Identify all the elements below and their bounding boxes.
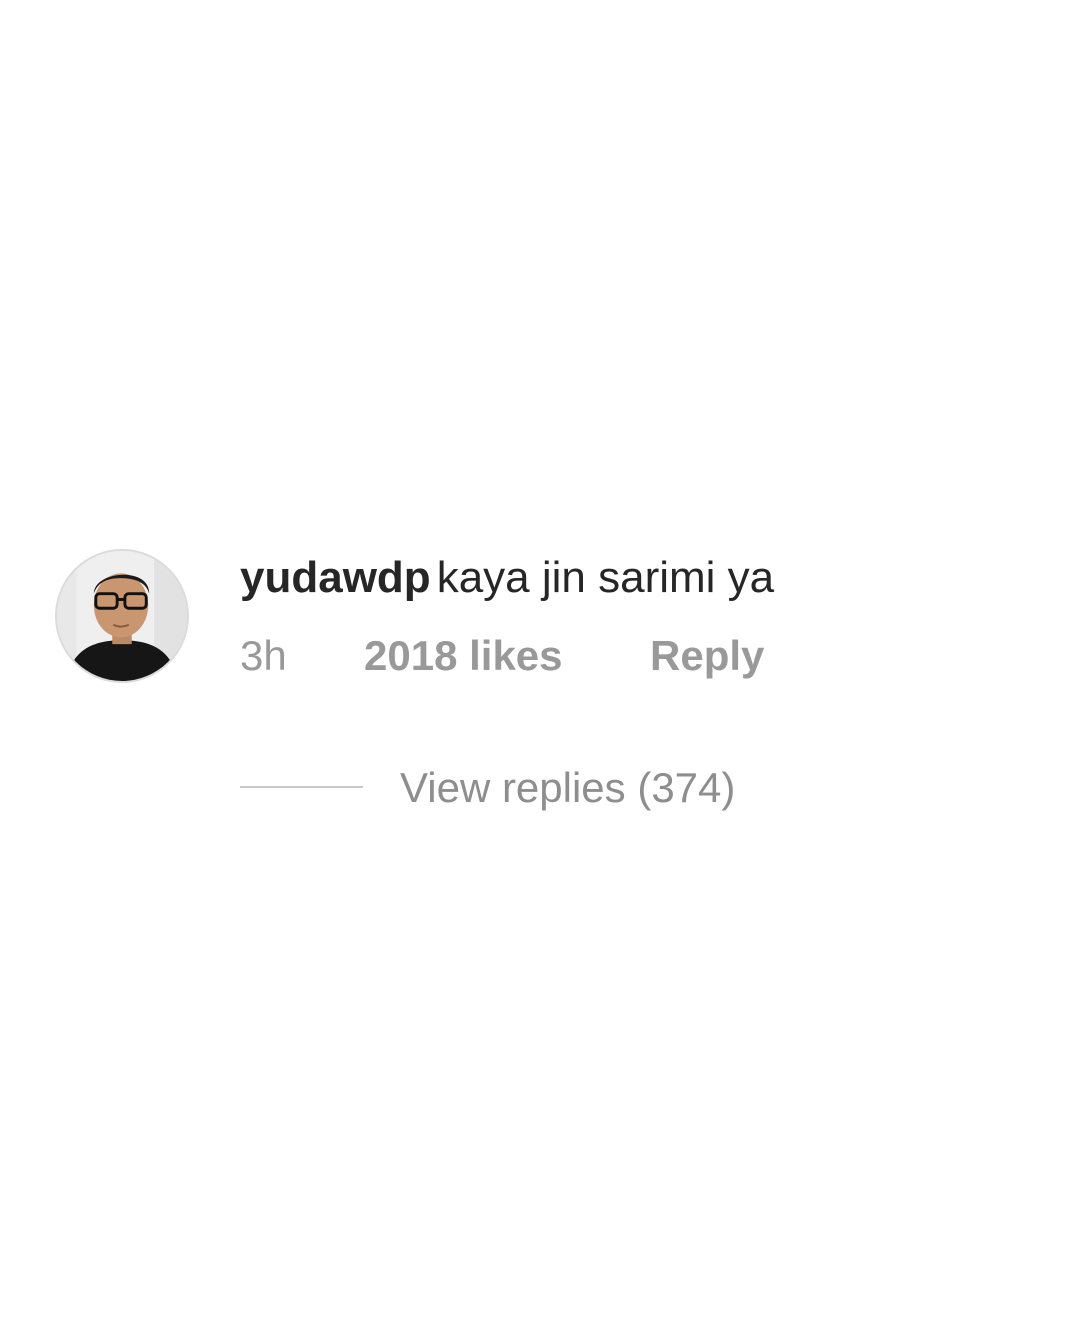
profile-photo-icon [57, 551, 187, 681]
reply-button[interactable]: Reply [650, 628, 764, 684]
comment-item: yudawdp kaya jin sarimi ya 3h 2018 likes … [0, 0, 1080, 1344]
view-replies-button[interactable]: View replies (374) [400, 760, 735, 816]
avatar[interactable] [55, 549, 189, 683]
comment-text: kaya jin sarimi ya [436, 553, 775, 602]
comment-body: yudawdp kaya jin sarimi ya [240, 548, 774, 608]
view-replies-row: View replies (374) [0, 760, 1080, 816]
likes-count-button[interactable]: 2018 likes [364, 628, 563, 684]
username-link[interactable]: yudawdp [240, 553, 431, 602]
replies-divider [240, 786, 363, 788]
timestamp: 3h [240, 632, 287, 679]
